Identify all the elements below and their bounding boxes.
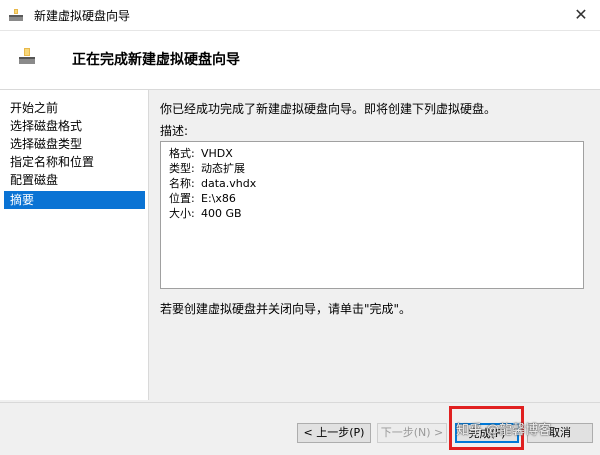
- summary-row: 位置: E:\x86: [169, 190, 236, 206]
- summary-key: 类型:: [169, 162, 195, 175]
- virtual-disk-app-icon: [9, 9, 23, 21]
- summary-key: 位置:: [169, 192, 195, 205]
- sidebar-item-configure-disk[interactable]: 配置磁盘: [4, 171, 145, 189]
- completion-message: 你已经成功完成了新建虚拟硬盘向导。即将创建下列虚拟硬盘。: [160, 102, 497, 116]
- wizard-page-title: 正在完成新建虚拟硬盘向导: [72, 52, 240, 68]
- virtual-disk-icon: [19, 48, 35, 64]
- sidebar-item-choose-type[interactable]: 选择磁盘类型: [4, 135, 145, 153]
- sidebar-item-summary[interactable]: 摘要: [4, 191, 145, 209]
- wizard-steps-sidebar: 开始之前 选择磁盘格式 选择磁盘类型 指定名称和位置 配置磁盘 摘要: [0, 90, 149, 400]
- summary-panel: 你已经成功完成了新建虚拟硬盘向导。即将创建下列虚拟硬盘。 描述: 格式: VHDX…: [160, 100, 590, 400]
- summary-key: 大小:: [169, 207, 195, 220]
- finish-hint: 若要创建虚拟硬盘并关闭向导，请单击"完成"。: [160, 302, 412, 316]
- summary-row: 类型: 动态扩展: [169, 160, 245, 176]
- close-icon[interactable]: ✕: [568, 2, 594, 28]
- summary-row: 名称: data.vhdx: [169, 175, 256, 191]
- summary-key: 名称:: [169, 177, 195, 190]
- summary-box[interactable]: 格式: VHDX 类型: 动态扩展 名称: data.vhdx 位置: E:\x86 大…: [160, 141, 584, 289]
- window-title: 新建虚拟硬盘向导: [34, 9, 131, 23]
- sidebar-item-choose-format[interactable]: 选择磁盘格式: [4, 117, 145, 135]
- summary-value: E:\x86: [201, 192, 236, 205]
- summary-key: 格式:: [169, 147, 195, 160]
- title-bar: 新建虚拟硬盘向导 ✕: [0, 0, 600, 31]
- previous-button[interactable]: < 上一步(P): [297, 423, 371, 443]
- next-button[interactable]: 下一步(N) >: [377, 423, 447, 443]
- summary-value: data.vhdx: [201, 177, 257, 190]
- zhihu-watermark: 知乎 @龍馨博客: [456, 423, 552, 438]
- wizard-header: 正在完成新建虚拟硬盘向导: [0, 31, 600, 90]
- summary-value: VHDX: [201, 147, 233, 160]
- sidebar-item-name-location[interactable]: 指定名称和位置: [4, 153, 145, 171]
- description-label: 描述:: [160, 124, 189, 138]
- summary-value: 400 GB: [201, 207, 242, 220]
- summary-value: 动态扩展: [201, 162, 245, 175]
- summary-row: 格式: VHDX: [169, 145, 233, 161]
- summary-row: 大小: 400 GB: [169, 205, 242, 221]
- sidebar-item-before-you-begin[interactable]: 开始之前: [4, 99, 145, 117]
